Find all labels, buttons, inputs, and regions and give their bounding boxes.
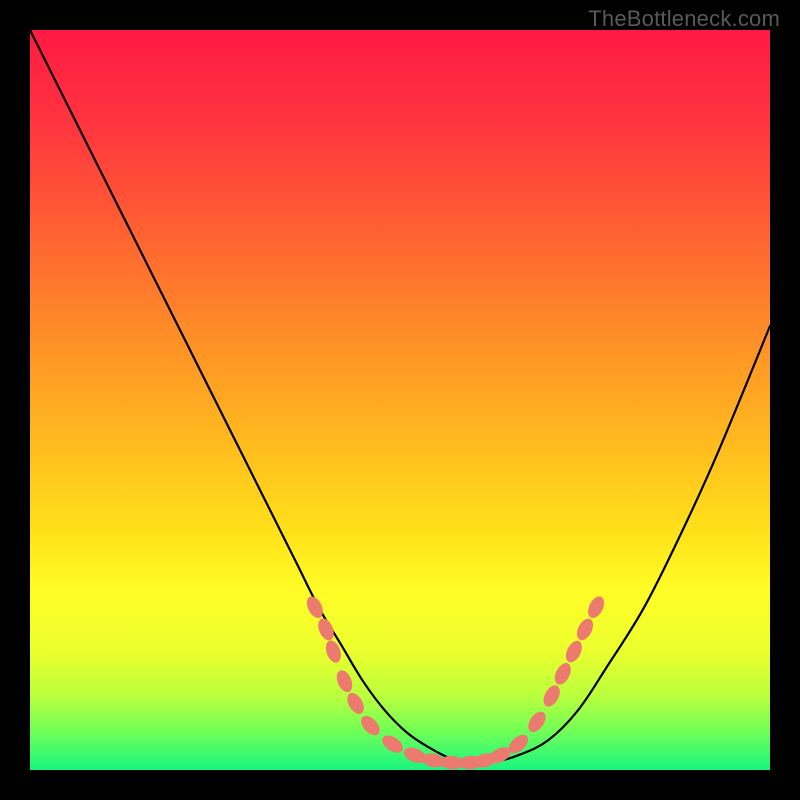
bottleneck-chart [30, 30, 770, 770]
watermark-text: TheBottleneck.com [588, 6, 780, 32]
gradient-background [30, 30, 770, 770]
chart-frame: TheBottleneck.com [0, 0, 800, 800]
plot-area [30, 30, 770, 770]
